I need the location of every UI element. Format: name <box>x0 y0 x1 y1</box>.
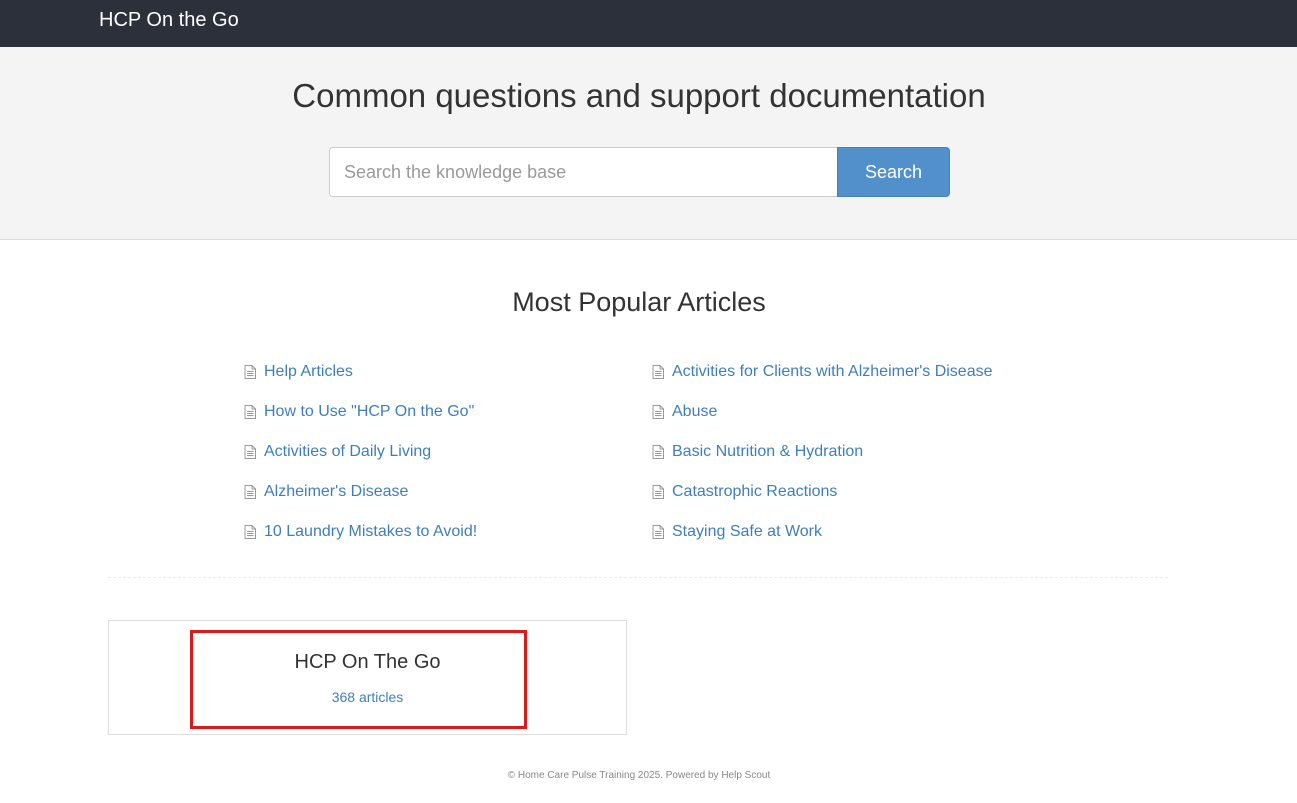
document-icon <box>244 440 258 464</box>
article-link[interactable]: How to Use "HCP On the Go" <box>264 400 474 424</box>
document-icon <box>652 400 666 424</box>
section-divider <box>108 577 1168 578</box>
article-link[interactable]: 10 Laundry Mistakes to Avoid! <box>264 520 477 544</box>
category-card[interactable]: HCP On The Go 368 articles <box>108 620 627 735</box>
popular-articles-left-list: Help Articles How to Use "HCP On the Go"… <box>244 352 477 552</box>
document-icon <box>652 480 666 504</box>
article-link[interactable]: Basic Nutrition & Hydration <box>672 440 863 464</box>
list-item: 10 Laundry Mistakes to Avoid! <box>244 512 477 552</box>
list-item: Staying Safe at Work <box>652 512 993 552</box>
page-title: Common questions and support documentati… <box>292 77 986 114</box>
document-icon <box>652 360 666 384</box>
search-form: Search <box>329 147 950 197</box>
list-item: Help Articles <box>244 352 477 392</box>
category-article-count: 368 articles <box>331 689 404 705</box>
hero-section: Common questions and support documentati… <box>0 47 1297 240</box>
list-item: Basic Nutrition & Hydration <box>652 432 993 472</box>
list-item: Alzheimer's Disease <box>244 472 477 512</box>
popular-articles-heading: Most Popular Articles <box>512 287 766 317</box>
document-icon <box>244 400 258 424</box>
article-link[interactable]: Staying Safe at Work <box>672 520 822 544</box>
category-title: HCP On The Go <box>294 651 441 673</box>
footer-text: © Home Care Pulse Training 2025. Powered… <box>507 770 771 781</box>
popular-articles-right-list: Activities for Clients with Alzheimer's … <box>652 352 993 552</box>
list-item: Activities for Clients with Alzheimer's … <box>652 352 993 392</box>
article-link[interactable]: Help Articles <box>264 360 353 384</box>
search-button[interactable]: Search <box>837 147 950 197</box>
search-input[interactable] <box>329 147 838 197</box>
document-icon <box>244 480 258 504</box>
document-icon <box>652 520 666 544</box>
article-link[interactable]: Alzheimer's Disease <box>264 480 408 504</box>
list-item: Activities of Daily Living <box>244 432 477 472</box>
article-link[interactable]: Abuse <box>672 400 717 424</box>
list-item: How to Use "HCP On the Go" <box>244 392 477 432</box>
top-navbar: HCP On the Go <box>0 0 1297 47</box>
article-link[interactable]: Activities for Clients with Alzheimer's … <box>672 360 993 384</box>
document-icon <box>244 520 258 544</box>
document-icon <box>652 440 666 464</box>
list-item: Abuse <box>652 392 993 432</box>
article-link[interactable]: Catastrophic Reactions <box>672 480 837 504</box>
article-link[interactable]: Activities of Daily Living <box>264 440 431 464</box>
brand-link[interactable]: HCP On the Go <box>99 9 239 31</box>
list-item: Catastrophic Reactions <box>652 472 993 512</box>
document-icon <box>244 360 258 384</box>
highlight-box <box>190 630 527 729</box>
